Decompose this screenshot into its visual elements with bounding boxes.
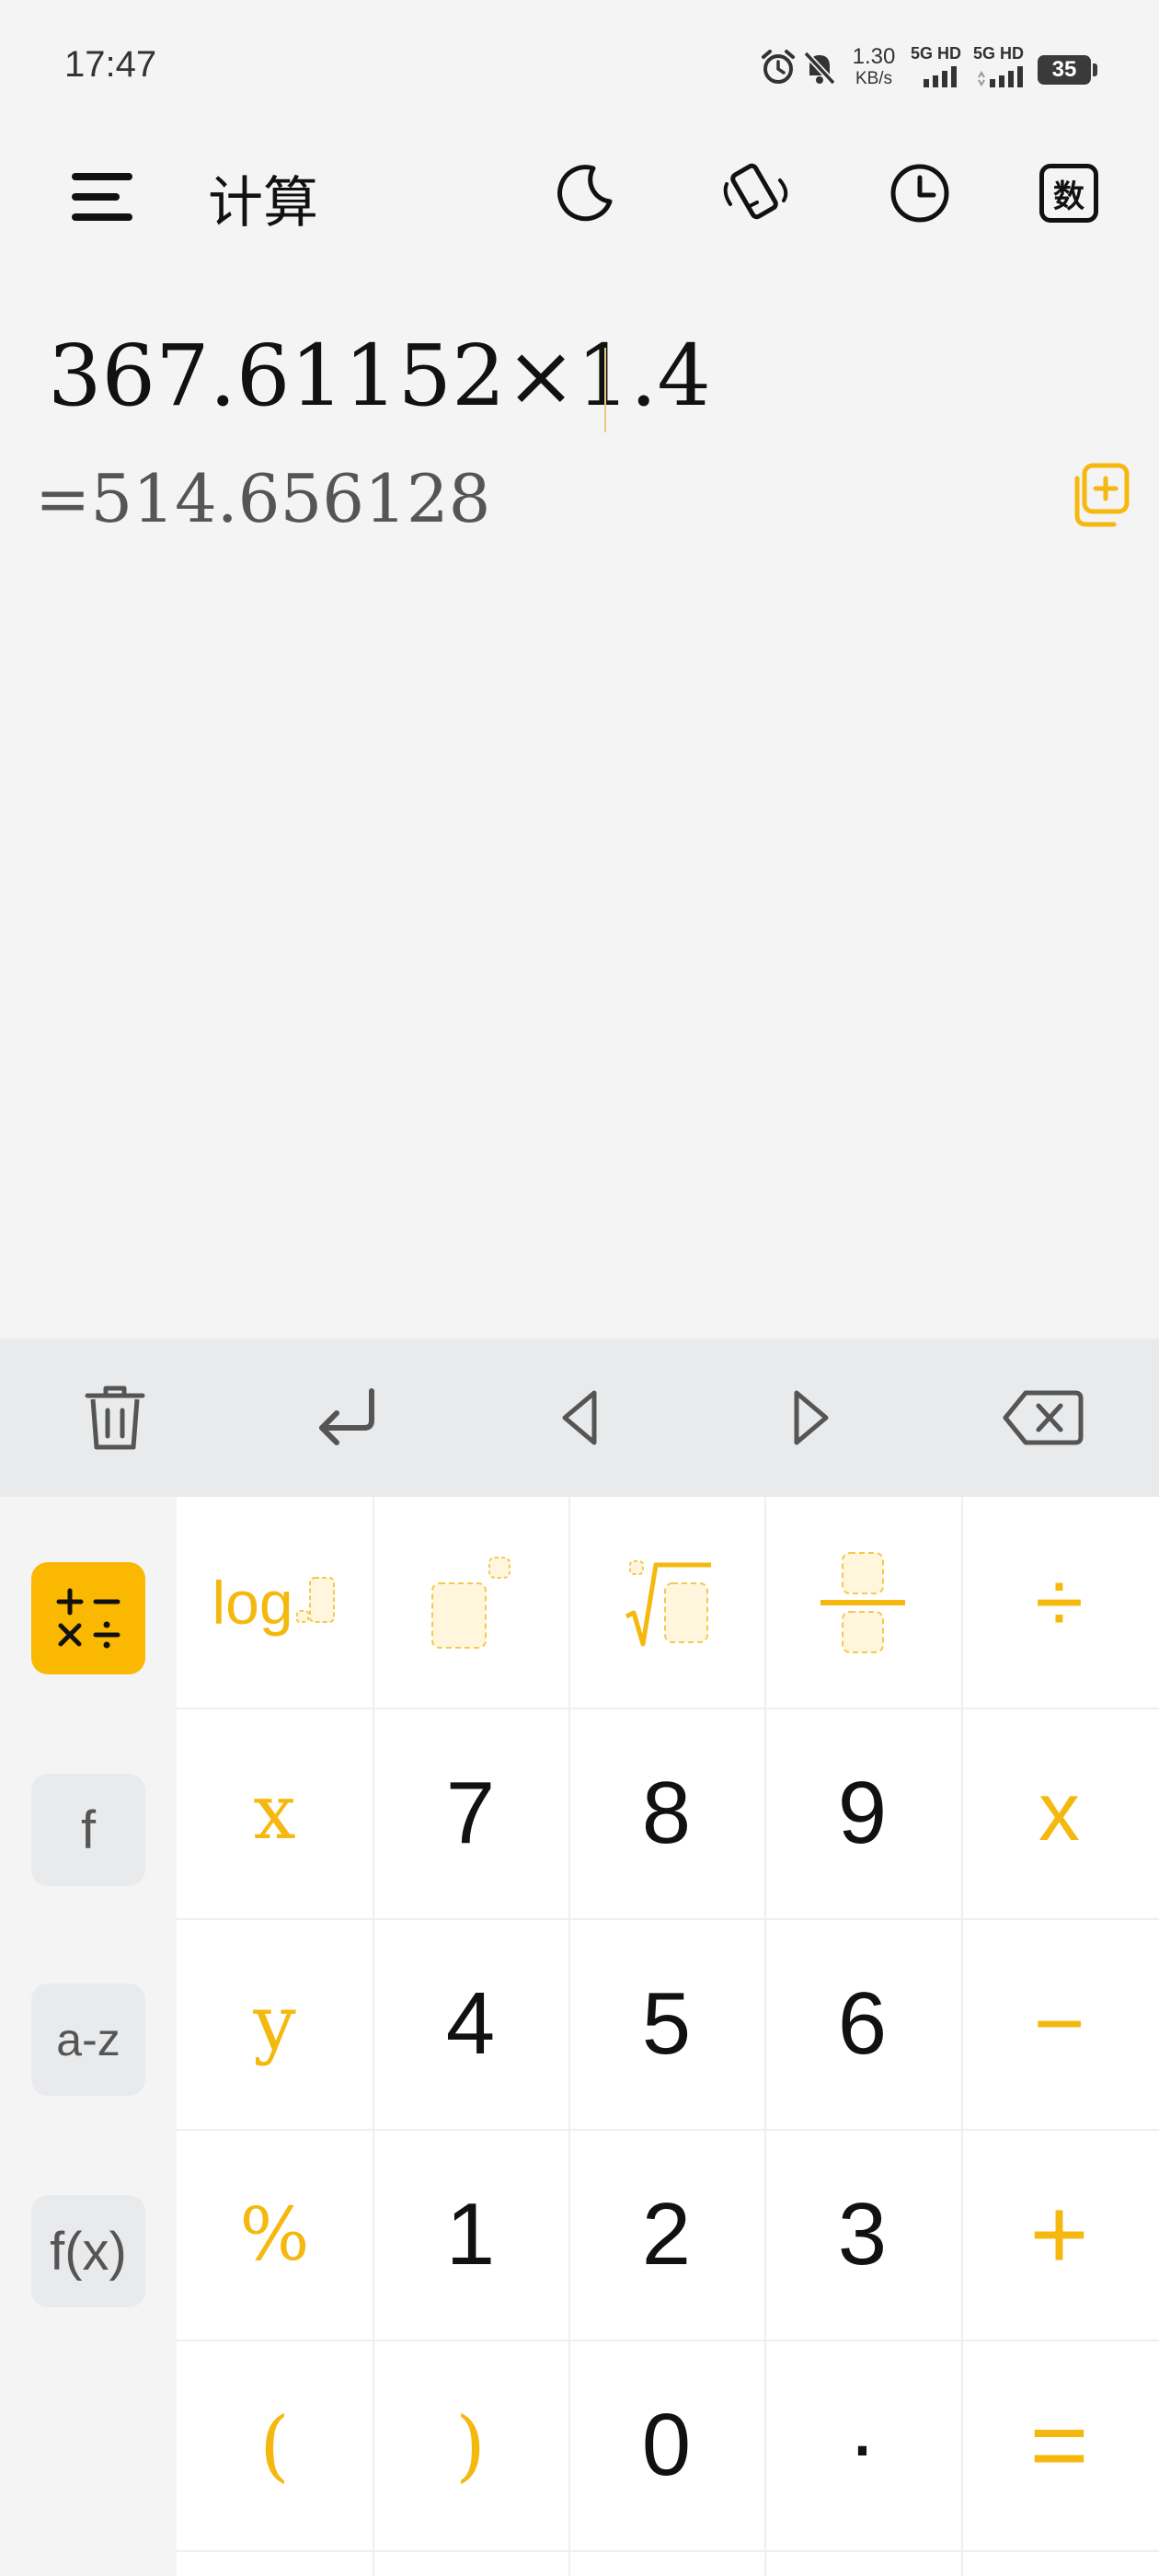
key-open-paren[interactable]: ( (177, 2340, 373, 2550)
battery-tip (1093, 63, 1097, 76)
result-display: =514.656128 (35, 460, 491, 537)
mode-functions[interactable]: f (31, 1774, 145, 1886)
key-2[interactable]: 2 (568, 2129, 764, 2340)
cursor-left-button[interactable] (534, 1376, 625, 1459)
key-plus[interactable]: + (961, 2129, 1157, 2340)
battery-icon: 35 (1038, 55, 1091, 85)
key-8[interactable]: 8 (568, 1708, 764, 1918)
key-6[interactable]: 6 (764, 1918, 960, 2129)
key-minus[interactable]: − (961, 1918, 1157, 2129)
sim2-label: 5G HD (973, 44, 1025, 63)
sim1-label: 5G HD (911, 44, 962, 63)
theme-button[interactable] (548, 156, 622, 230)
network-speed-unit: KB/s (855, 69, 893, 88)
key-decimal-point[interactable]: · (764, 2340, 960, 2550)
key-divide[interactable]: ÷ (961, 1497, 1157, 1708)
key-variable-x[interactable]: x (177, 1708, 373, 1918)
enter-icon (319, 1388, 374, 1445)
key-multiply[interactable]: x (961, 1708, 1157, 1918)
log-label: log (212, 1568, 293, 1637)
signal-icon (978, 66, 1023, 87)
key-fraction[interactable] (764, 1497, 960, 1708)
mode-custom-functions[interactable]: f(x) (31, 2195, 145, 2307)
rotate-button[interactable] (719, 156, 793, 230)
history-icon (890, 164, 949, 223)
expression-display[interactable]: 367.61152×1.4 (48, 327, 711, 425)
mode-variables[interactable]: a-z (31, 1984, 145, 2096)
copy-result-icon[interactable] (1070, 460, 1130, 530)
key-4[interactable]: 4 (373, 1918, 568, 2129)
clear-all-button[interactable] (69, 1376, 161, 1459)
fraction-template-icon (820, 1551, 905, 1653)
history-button[interactable] (883, 156, 957, 230)
network-speed: 1.30 KB/s (848, 46, 900, 90)
key-percent[interactable]: % (177, 2129, 373, 2340)
number-mode-icon: 数 (1039, 164, 1098, 223)
backspace-button[interactable] (997, 1376, 1089, 1459)
number-mode-button[interactable]: 数 (1032, 156, 1106, 230)
delete-all-icon (85, 1386, 145, 1450)
key-3[interactable]: 3 (764, 2129, 960, 2340)
cursor-right-icon (794, 1390, 829, 1445)
cursor-left-icon (562, 1390, 597, 1445)
alarm-icon (762, 50, 795, 84)
mode-basic-operators[interactable] (31, 1562, 145, 1674)
log-placeholder-icon (295, 1576, 335, 1623)
key-log[interactable]: log (177, 1497, 373, 1708)
menu-icon[interactable] (72, 173, 132, 221)
mute-icon (803, 51, 836, 86)
key-root[interactable] (568, 1497, 764, 1708)
enter-button[interactable] (302, 1376, 394, 1459)
key-5[interactable]: 5 (568, 1918, 764, 2129)
key-0[interactable]: 0 (568, 2340, 764, 2550)
key-variable-y[interactable]: y (177, 1918, 373, 2129)
backspace-icon (1003, 1390, 1084, 1445)
key-1[interactable]: 1 (373, 2129, 568, 2340)
key-close-paren[interactable]: ) (373, 2340, 568, 2550)
page-title: 计算 (208, 172, 318, 234)
status-time: 17:47 (64, 44, 157, 85)
key-9[interactable]: 9 (764, 1708, 960, 1918)
key-7[interactable]: 7 (373, 1708, 568, 1918)
text-cursor (604, 348, 606, 432)
power-template-icon (430, 1556, 511, 1649)
key-equals[interactable]: = (961, 2340, 1157, 2550)
network-speed-value: 1.30 (852, 44, 896, 69)
signal-icon (924, 66, 957, 87)
key-power[interactable] (373, 1497, 568, 1708)
root-template-icon (625, 1559, 711, 1646)
cursor-right-button[interactable] (765, 1376, 857, 1459)
operators-icon (56, 1588, 120, 1649)
theme-icon (557, 165, 613, 222)
rotate-icon (723, 163, 788, 220)
